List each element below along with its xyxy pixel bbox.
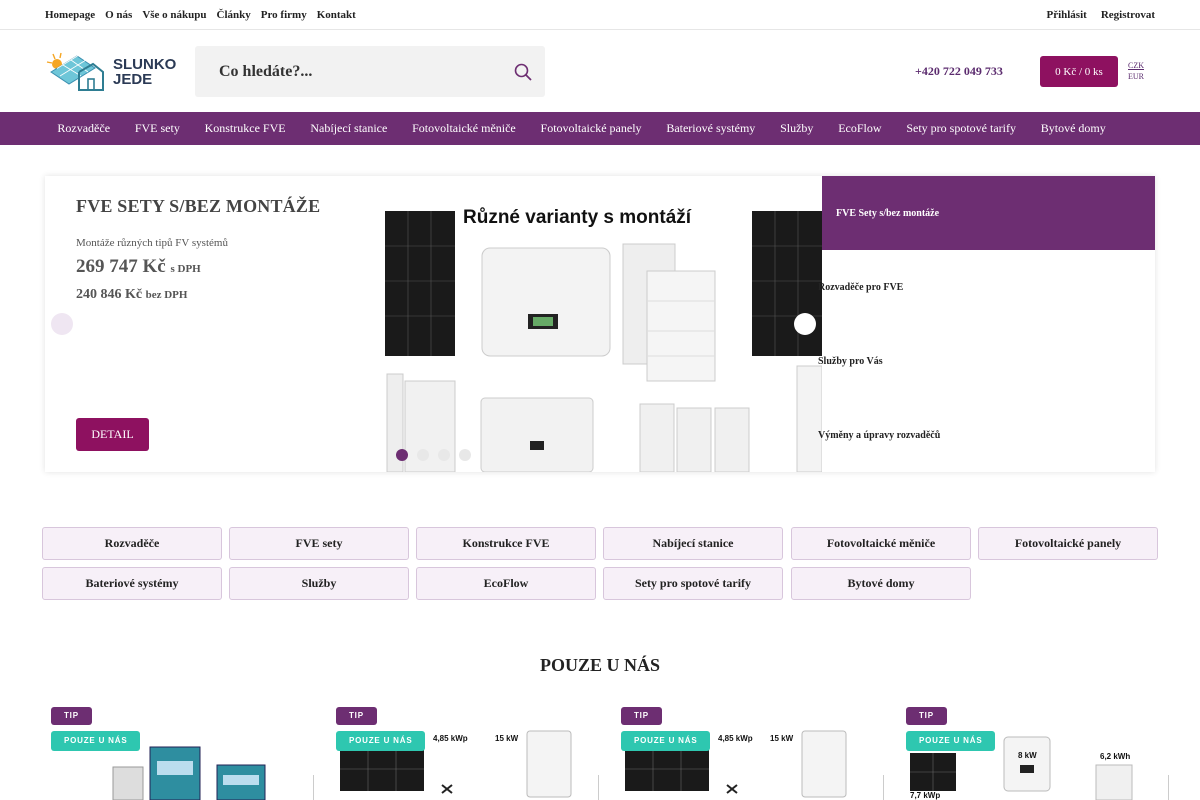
nav-item-panels[interactable]: Fotovoltaické panely xyxy=(528,112,654,145)
category-switchboards[interactable]: Rozvaděče xyxy=(42,527,222,560)
slider-next-button[interactable] xyxy=(794,313,816,335)
category-inverters[interactable]: Fotovoltaické měniče xyxy=(791,527,971,560)
price-without-vat-value: 240 846 Kč xyxy=(76,287,143,302)
product-label-power: 7,7 kWp xyxy=(910,791,941,800)
nav-item-apartment-buildings[interactable]: Bytové domy xyxy=(1028,112,1118,145)
account-links: Přihlásit Registrovat xyxy=(1046,9,1155,21)
currency-switch: CZK EUR xyxy=(1128,60,1144,82)
search-box xyxy=(195,46,545,97)
tip-badge: TIP xyxy=(51,707,92,725)
product-label-power: 4,85 kWp xyxy=(433,734,468,743)
with-vat-label: s DPH xyxy=(170,263,201,275)
solar-house-icon xyxy=(46,52,104,91)
category-pv-sets[interactable]: FVE sety xyxy=(229,527,409,560)
product-card[interactable]: TIP POUZE U NÁS 4,85 kWp 15 kW xyxy=(330,705,600,800)
exclusive-badge: POUZE U NÁS xyxy=(336,731,426,751)
header: SLUNKO JEDE +420 722 049 733 0 Kč / 0 ks… xyxy=(0,30,1200,112)
slider-dots xyxy=(396,449,471,461)
slider-dot-4[interactable] xyxy=(459,449,471,461)
price-with-vat-value: 269 747 Kč xyxy=(76,256,166,277)
price-with-vat: 269 747 Kč s DPH xyxy=(76,256,201,278)
nav-item-pv-sets[interactable]: FVE sety xyxy=(122,112,192,145)
logo-line1: SLUNKO xyxy=(113,56,177,73)
side-item-pv-sets[interactable]: FVE Sety s/bez montáže xyxy=(822,176,1155,250)
category-ecoflow[interactable]: EcoFlow xyxy=(416,567,596,600)
nav-item-switchboards[interactable]: Rozvaděče xyxy=(45,112,122,145)
slider-dot-2[interactable] xyxy=(417,449,429,461)
currency-czk[interactable]: CZK xyxy=(1128,60,1144,71)
exclusive-badge: POUZE U NÁS xyxy=(906,731,996,751)
nav-item-spot-tariffs[interactable]: Sety pro spotové tarify xyxy=(894,112,1028,145)
product-label-inverter: 8 kW xyxy=(1018,751,1037,760)
category-constructions[interactable]: Konstrukce FVE xyxy=(416,527,596,560)
product-label-inverter: 15 kW xyxy=(770,734,794,743)
search-icon[interactable] xyxy=(513,62,533,82)
top-link-contact[interactable]: Kontakt xyxy=(317,9,356,21)
section-title: POUZE U NÁS xyxy=(539,655,660,675)
product-list: TIP POUZE U NÁS TIP POUZE U NÁS 4,85 kWp… xyxy=(45,705,1175,800)
hero-side-menu: FVE Sety s/bez montáže Rozvaděče pro FVE… xyxy=(818,176,1155,472)
nav-item-batteries[interactable]: Bateriové systémy xyxy=(654,112,768,145)
nav-item-charging[interactable]: Nabíjecí stanice xyxy=(298,112,400,145)
main-nav: Rozvaděče FVE sety Konstrukce FVE Nabíje… xyxy=(0,112,1200,145)
top-link-business[interactable]: Pro firmy xyxy=(261,9,307,21)
nav-item-inverters[interactable]: Fotovoltaické měniče xyxy=(400,112,528,145)
nav-item-services[interactable]: Služby xyxy=(768,112,826,145)
top-link-articles[interactable]: Články xyxy=(217,9,251,21)
product-card[interactable]: TIP POUZE U NÁS 4,85 kWp 15 kW xyxy=(615,705,885,800)
search-input[interactable] xyxy=(195,46,505,97)
logo[interactable]: SLUNKO JEDE xyxy=(45,50,185,94)
category-charging[interactable]: Nabíjecí stanice xyxy=(603,527,783,560)
category-panels[interactable]: Fotovoltaické panely xyxy=(978,527,1158,560)
hero-image-heading: Různé varianty s montáží xyxy=(463,207,692,228)
product-label-inverter: 15 kW xyxy=(495,734,519,743)
detail-button[interactable]: DETAIL xyxy=(76,418,149,451)
top-link-homepage[interactable]: Homepage xyxy=(45,9,95,21)
side-item-switchboards[interactable]: Rozvaděče pro FVE xyxy=(818,250,1151,324)
category-batteries[interactable]: Bateriové systémy xyxy=(42,567,222,600)
top-link-about[interactable]: O nás xyxy=(105,9,132,21)
side-item-modifications[interactable]: Výměny a úpravy rozvaděčů xyxy=(818,398,1151,472)
category-spot-tariffs[interactable]: Sety pro spotové tarify xyxy=(603,567,783,600)
logo-line2: JEDE xyxy=(113,71,153,88)
slider-dot-3[interactable] xyxy=(438,449,450,461)
nav-item-ecoflow[interactable]: EcoFlow xyxy=(826,112,894,145)
without-vat-label: bez DPH xyxy=(145,289,188,301)
side-item-services[interactable]: Služby pro Vás xyxy=(818,324,1151,398)
hero-slider: FVE SETY S/BEZ MONTÁŽE Montáže různých t… xyxy=(45,176,1155,472)
product-label-battery: 6,2 kWh xyxy=(1100,752,1131,761)
category-apartment-buildings[interactable]: Bytové domy xyxy=(791,567,971,600)
login-link[interactable]: Přihlásit xyxy=(1046,9,1086,21)
tip-badge: TIP xyxy=(906,707,947,725)
slider-dot-1[interactable] xyxy=(396,449,408,461)
price-without-vat: 240 846 Kč bez DPH xyxy=(76,287,187,303)
hero-subtitle: Montáže různých tipů FV systémů xyxy=(76,237,228,249)
phone-number[interactable]: +420 722 049 733 xyxy=(915,64,1003,79)
product-card[interactable]: TIP POUZE U NÁS 8 kW 6,2 kWh 7,7 kWp xyxy=(900,705,1170,800)
nav-item-constructions[interactable]: Konstrukce FVE xyxy=(192,112,298,145)
top-link-shopping[interactable]: Vše o nákupu xyxy=(142,9,206,21)
top-bar: Homepage O nás Vše o nákupu Články Pro f… xyxy=(0,0,1200,30)
cart-button[interactable]: 0 Kč / 0 ks xyxy=(1040,56,1118,87)
exclusive-badge: POUZE U NÁS xyxy=(51,731,141,751)
tip-badge: TIP xyxy=(336,707,377,725)
register-link[interactable]: Registrovat xyxy=(1101,9,1155,21)
hero-title: FVE SETY S/BEZ MONTÁŽE xyxy=(76,196,321,216)
category-services[interactable]: Služby xyxy=(229,567,409,600)
exclusive-badge: POUZE U NÁS xyxy=(621,731,711,751)
product-label-power: 4,85 kWp xyxy=(718,734,753,743)
currency-eur[interactable]: EUR xyxy=(1128,71,1144,82)
top-links: Homepage O nás Vše o nákupu Články Pro f… xyxy=(45,9,356,21)
slider-prev-button[interactable] xyxy=(51,313,73,335)
tip-badge: TIP xyxy=(621,707,662,725)
product-card[interactable]: TIP POUZE U NÁS xyxy=(45,705,315,800)
